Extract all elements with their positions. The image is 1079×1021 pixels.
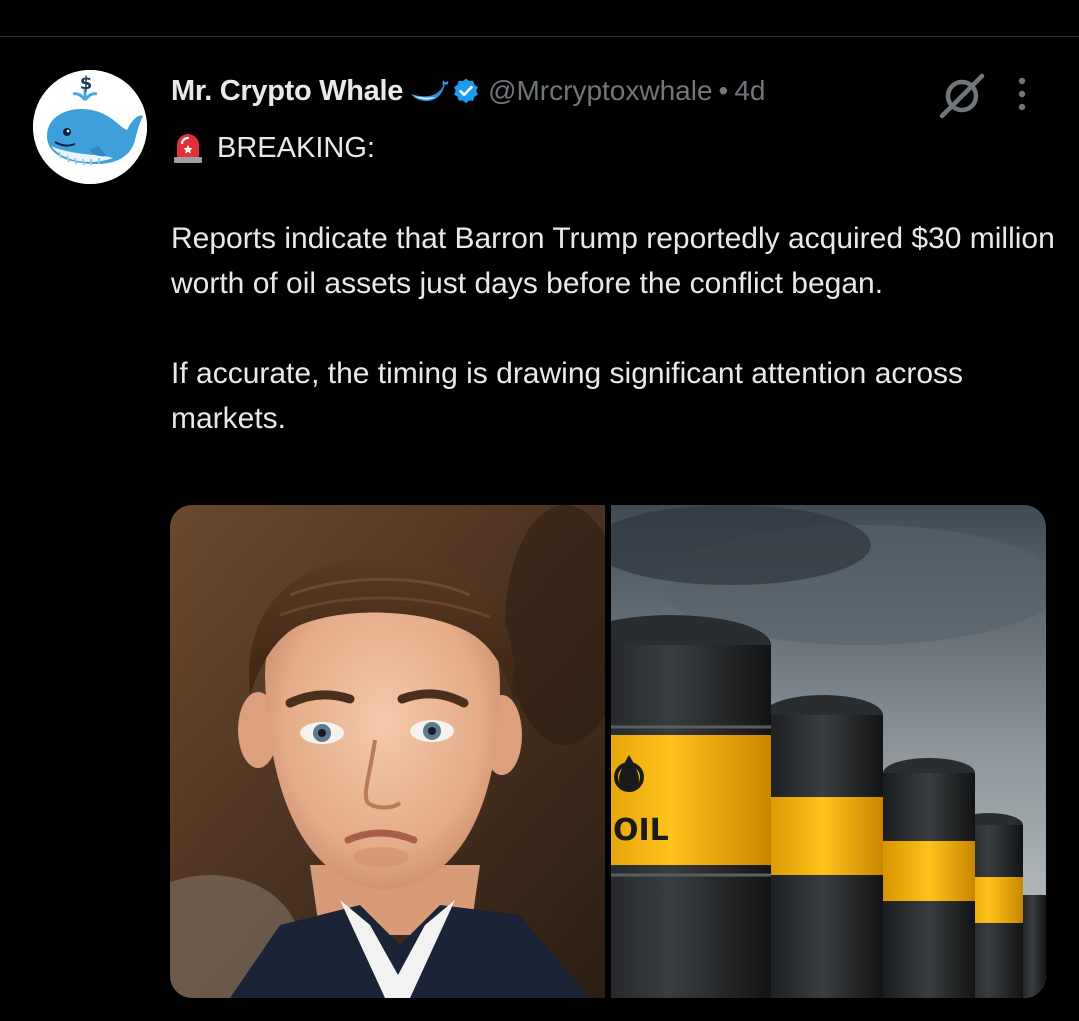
breaking-label: BREAKING: bbox=[217, 131, 375, 164]
whale-avatar-icon: $ bbox=[33, 70, 147, 184]
media-image-portrait[interactable] bbox=[170, 505, 605, 998]
post-timestamp[interactable]: 4d bbox=[734, 75, 765, 107]
oil-barrels-photo: OIL bbox=[611, 505, 1046, 998]
verified-badge-icon bbox=[454, 78, 478, 104]
post-header: Mr. Crypto Whale @Mrcryptoxwhale • 4d bbox=[171, 70, 766, 112]
siren-icon bbox=[174, 134, 202, 163]
author-display-name[interactable]: Mr. Crypto Whale bbox=[171, 75, 403, 108]
breaking-line: BREAKING: bbox=[171, 128, 375, 168]
top-divider bbox=[0, 36, 1079, 37]
media-image-oil-barrels[interactable]: OIL bbox=[611, 505, 1046, 998]
post-body: Reports indicate that Barron Trump repor… bbox=[171, 216, 1061, 441]
barrel-label: OIL bbox=[613, 813, 669, 848]
avatar[interactable]: $ bbox=[33, 70, 147, 184]
post-media[interactable]: OIL bbox=[170, 505, 1046, 998]
more-vertical-icon[interactable] bbox=[1010, 74, 1034, 114]
grok-icon[interactable] bbox=[938, 72, 986, 120]
author-handle[interactable]: @Mrcryptoxwhale bbox=[488, 75, 712, 107]
post-paragraph: If accurate, the timing is drawing signi… bbox=[171, 357, 964, 435]
portrait-photo bbox=[170, 505, 605, 998]
avatar-dollar-sign: $ bbox=[80, 73, 93, 94]
separator-dot: • bbox=[718, 75, 729, 106]
whale-emoji-icon bbox=[411, 80, 449, 102]
post-paragraph: Reports indicate that Barron Trump repor… bbox=[171, 222, 1055, 300]
